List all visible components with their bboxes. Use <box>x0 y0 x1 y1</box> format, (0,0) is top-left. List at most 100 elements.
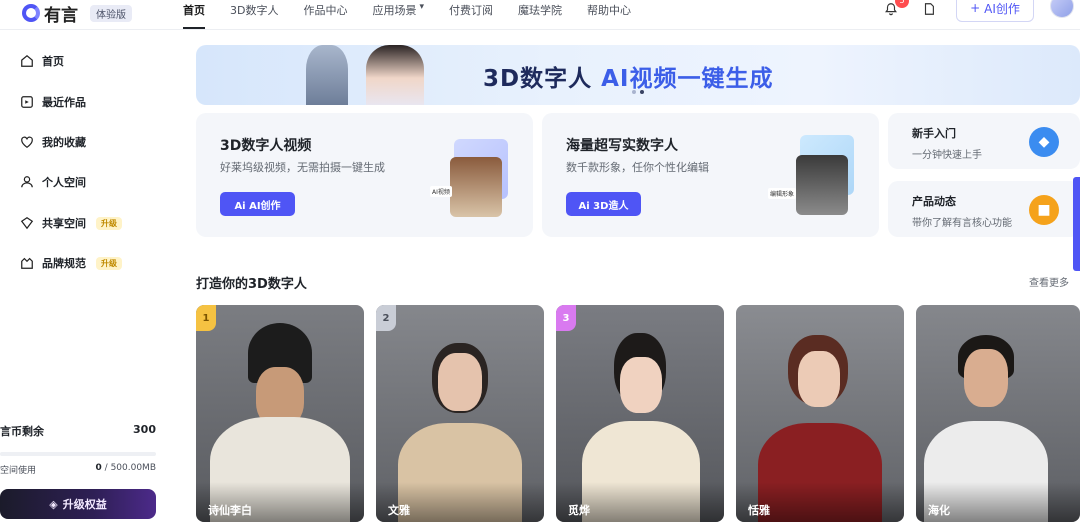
banner-title-a: 3D数字人 <box>483 66 602 92</box>
avatar-name: 诗仙李白 <box>208 504 252 517</box>
nav-item-scenarios[interactable]: 应用场景 ▾ <box>372 0 424 30</box>
mini-card-subtitle: 一分钟快速上手 <box>912 150 982 161</box>
chevron-down-icon: ▾ <box>419 2 424 12</box>
coins-label: 言币剩余 <box>0 425 44 438</box>
nav-item-subscription[interactable]: 付费订阅 <box>449 0 493 30</box>
create-3d-avatar-button[interactable]: Ai 3D造人 <box>566 192 641 216</box>
sidebar-item-label: 我的收藏 <box>42 136 86 149</box>
card-title: 3D数字人视频 <box>220 138 312 154</box>
rank-badge: 2 <box>376 305 396 331</box>
nav-label: 作品中心 <box>303 4 348 17</box>
avatar-card[interactable]: 恬雅 <box>736 305 904 522</box>
carousel-dots[interactable] <box>632 90 644 94</box>
logo-text: 有言 <box>44 5 78 26</box>
sidebar-item-brand[interactable]: 品牌规范 升级 <box>20 253 122 273</box>
space-value: 0 / 500.00MB <box>96 463 156 476</box>
section-title: 打造你的3D数字人 <box>196 277 307 292</box>
avatar-card[interactable]: 海化 <box>916 305 1080 522</box>
feature-card-avatar[interactable]: 海量超写实数字人 数千款形象，任你个性化编辑 Ai 3D造人 编辑形象 <box>542 113 879 237</box>
plus-icon: + <box>970 1 981 15</box>
storage-progress-bar <box>0 452 156 456</box>
main-nav: 首页 3D数字人 作品中心 应用场景 ▾ 付费订阅 魔珐学院 帮助中心 <box>183 0 656 30</box>
card-art-label: 编辑形象 <box>768 188 797 199</box>
sidebar-item-home[interactable]: 首页 <box>20 51 64 71</box>
avatar-face-image <box>438 353 482 411</box>
nav-label: 应用场景 <box>372 4 417 17</box>
mini-card-getting-started[interactable]: 新手入门 一分钟快速上手 ◆ <box>888 113 1080 169</box>
home-icon <box>21 54 33 67</box>
carousel-dot[interactable] <box>632 90 636 94</box>
diamond-icon: ◈ <box>49 497 58 511</box>
avatar-name: 觅烨 <box>568 504 590 517</box>
avatar-face-image <box>798 351 840 407</box>
coins-row: 言币剩余 300 <box>0 423 156 439</box>
space-label: 空间使用 <box>0 466 37 476</box>
heart-icon <box>21 136 33 148</box>
trial-badge: 体验版 <box>90 4 132 22</box>
mini-card-product-news[interactable]: 产品动态 带你了解有言核心功能 ■ <box>888 181 1080 237</box>
mini-card-title: 新手入门 <box>912 127 956 140</box>
upgrade-tag: 升级 <box>96 216 122 230</box>
avatar-name: 恬雅 <box>748 504 770 517</box>
recent-icon <box>21 96 33 108</box>
scrollbar[interactable] <box>1073 177 1080 271</box>
rank-badge: 3 <box>556 305 576 331</box>
sidebar-item-label: 共享空间 <box>42 217 86 230</box>
carousel-dot[interactable] <box>640 90 644 94</box>
sidebar-item-shared-space[interactable]: 共享空间 升级 <box>20 213 122 233</box>
avatar-card[interactable]: 2 文雅 <box>376 305 544 522</box>
see-more-link[interactable]: 查看更多 <box>1029 274 1069 289</box>
logo-mark-icon <box>22 4 40 22</box>
sidebar-item-label: 品牌规范 <box>42 257 86 270</box>
nav-label: 首页 <box>183 4 205 17</box>
avatar-name: 海化 <box>928 504 950 517</box>
sidebar-item-label: 个人空间 <box>42 176 86 189</box>
nav-item-home[interactable]: 首页 <box>183 0 205 30</box>
top-navbar: 有言 体验版 首页 3D数字人 作品中心 应用场景 ▾ 付费订阅 魔珐学院 帮助中… <box>0 0 1080 30</box>
user-avatar[interactable] <box>1050 0 1074 18</box>
upgrade-tag: 升级 <box>96 256 122 270</box>
mini-card-subtitle: 带你了解有言核心功能 <box>912 218 1012 229</box>
avatar-face-image <box>620 357 662 413</box>
hero-banner[interactable]: 3D数字人 AI视频一键生成 <box>196 45 1080 105</box>
ai-create-button[interactable]: + AI创作 <box>956 0 1034 22</box>
space-row: 空间使用 0 / 500.00MB <box>0 463 156 476</box>
nav-item-works[interactable]: 作品中心 <box>303 0 347 30</box>
sidebar: 首页 最近作品 我的收藏 个人空间 共享空间 升级 品牌规范 升级 <box>0 30 180 522</box>
sidebar-item-label: 首页 <box>42 55 64 68</box>
gift-icon: ■ <box>1029 195 1059 225</box>
nav-item-academy[interactable]: 魔珐学院 <box>518 0 562 30</box>
sidebar-item-favorites[interactable]: 我的收藏 <box>20 132 86 152</box>
upgrade-button[interactable]: ◈ 升级权益 <box>0 489 156 519</box>
ai-create-label: AI创作 <box>984 1 1020 16</box>
nav-label: 3D数字人 <box>230 4 279 17</box>
avatar-card[interactable]: 1 诗仙李白 <box>196 305 364 522</box>
sidebar-item-label: 最近作品 <box>42 96 86 109</box>
card-art-image <box>450 157 502 217</box>
avatar-card[interactable]: 3 觅烨 <box>556 305 724 522</box>
upgrade-label: 升级权益 <box>62 498 107 511</box>
user-icon <box>21 176 33 188</box>
feature-card-video[interactable]: 3D数字人视频 好莱坞级视频，无需拍摄一键生成 Ai AI创作 AI视频 <box>196 113 533 237</box>
banner-figure-image <box>366 45 424 105</box>
ai-create-card-button[interactable]: Ai AI创作 <box>220 192 295 216</box>
avatar-name: 文雅 <box>388 504 410 517</box>
graduation-cap-icon: ◆ <box>1029 127 1059 157</box>
sidebar-item-personal-space[interactable]: 个人空间 <box>20 172 86 192</box>
sidebar-item-recent[interactable]: 最近作品 <box>20 92 86 112</box>
brand-icon <box>21 257 33 269</box>
card-art-label: AI视频 <box>430 186 452 197</box>
rank-badge: 1 <box>196 305 216 331</box>
card-subtitle: 好莱坞级视频，无需拍摄一键生成 <box>220 161 385 174</box>
document-icon[interactable] <box>922 2 936 16</box>
coins-value: 300 <box>133 423 156 436</box>
nav-item-3d-avatar[interactable]: 3D数字人 <box>230 0 278 30</box>
space-total: / 500.00MB <box>101 463 156 473</box>
card-title: 海量超写实数字人 <box>566 138 678 154</box>
logo[interactable]: 有言 体验版 <box>22 0 132 26</box>
banner-title-b: AI视频一键生成 <box>601 66 774 92</box>
avatar-face-image <box>964 349 1008 407</box>
nav-item-help[interactable]: 帮助中心 <box>587 0 631 30</box>
card-art-image <box>796 155 848 215</box>
share-icon <box>20 217 34 230</box>
